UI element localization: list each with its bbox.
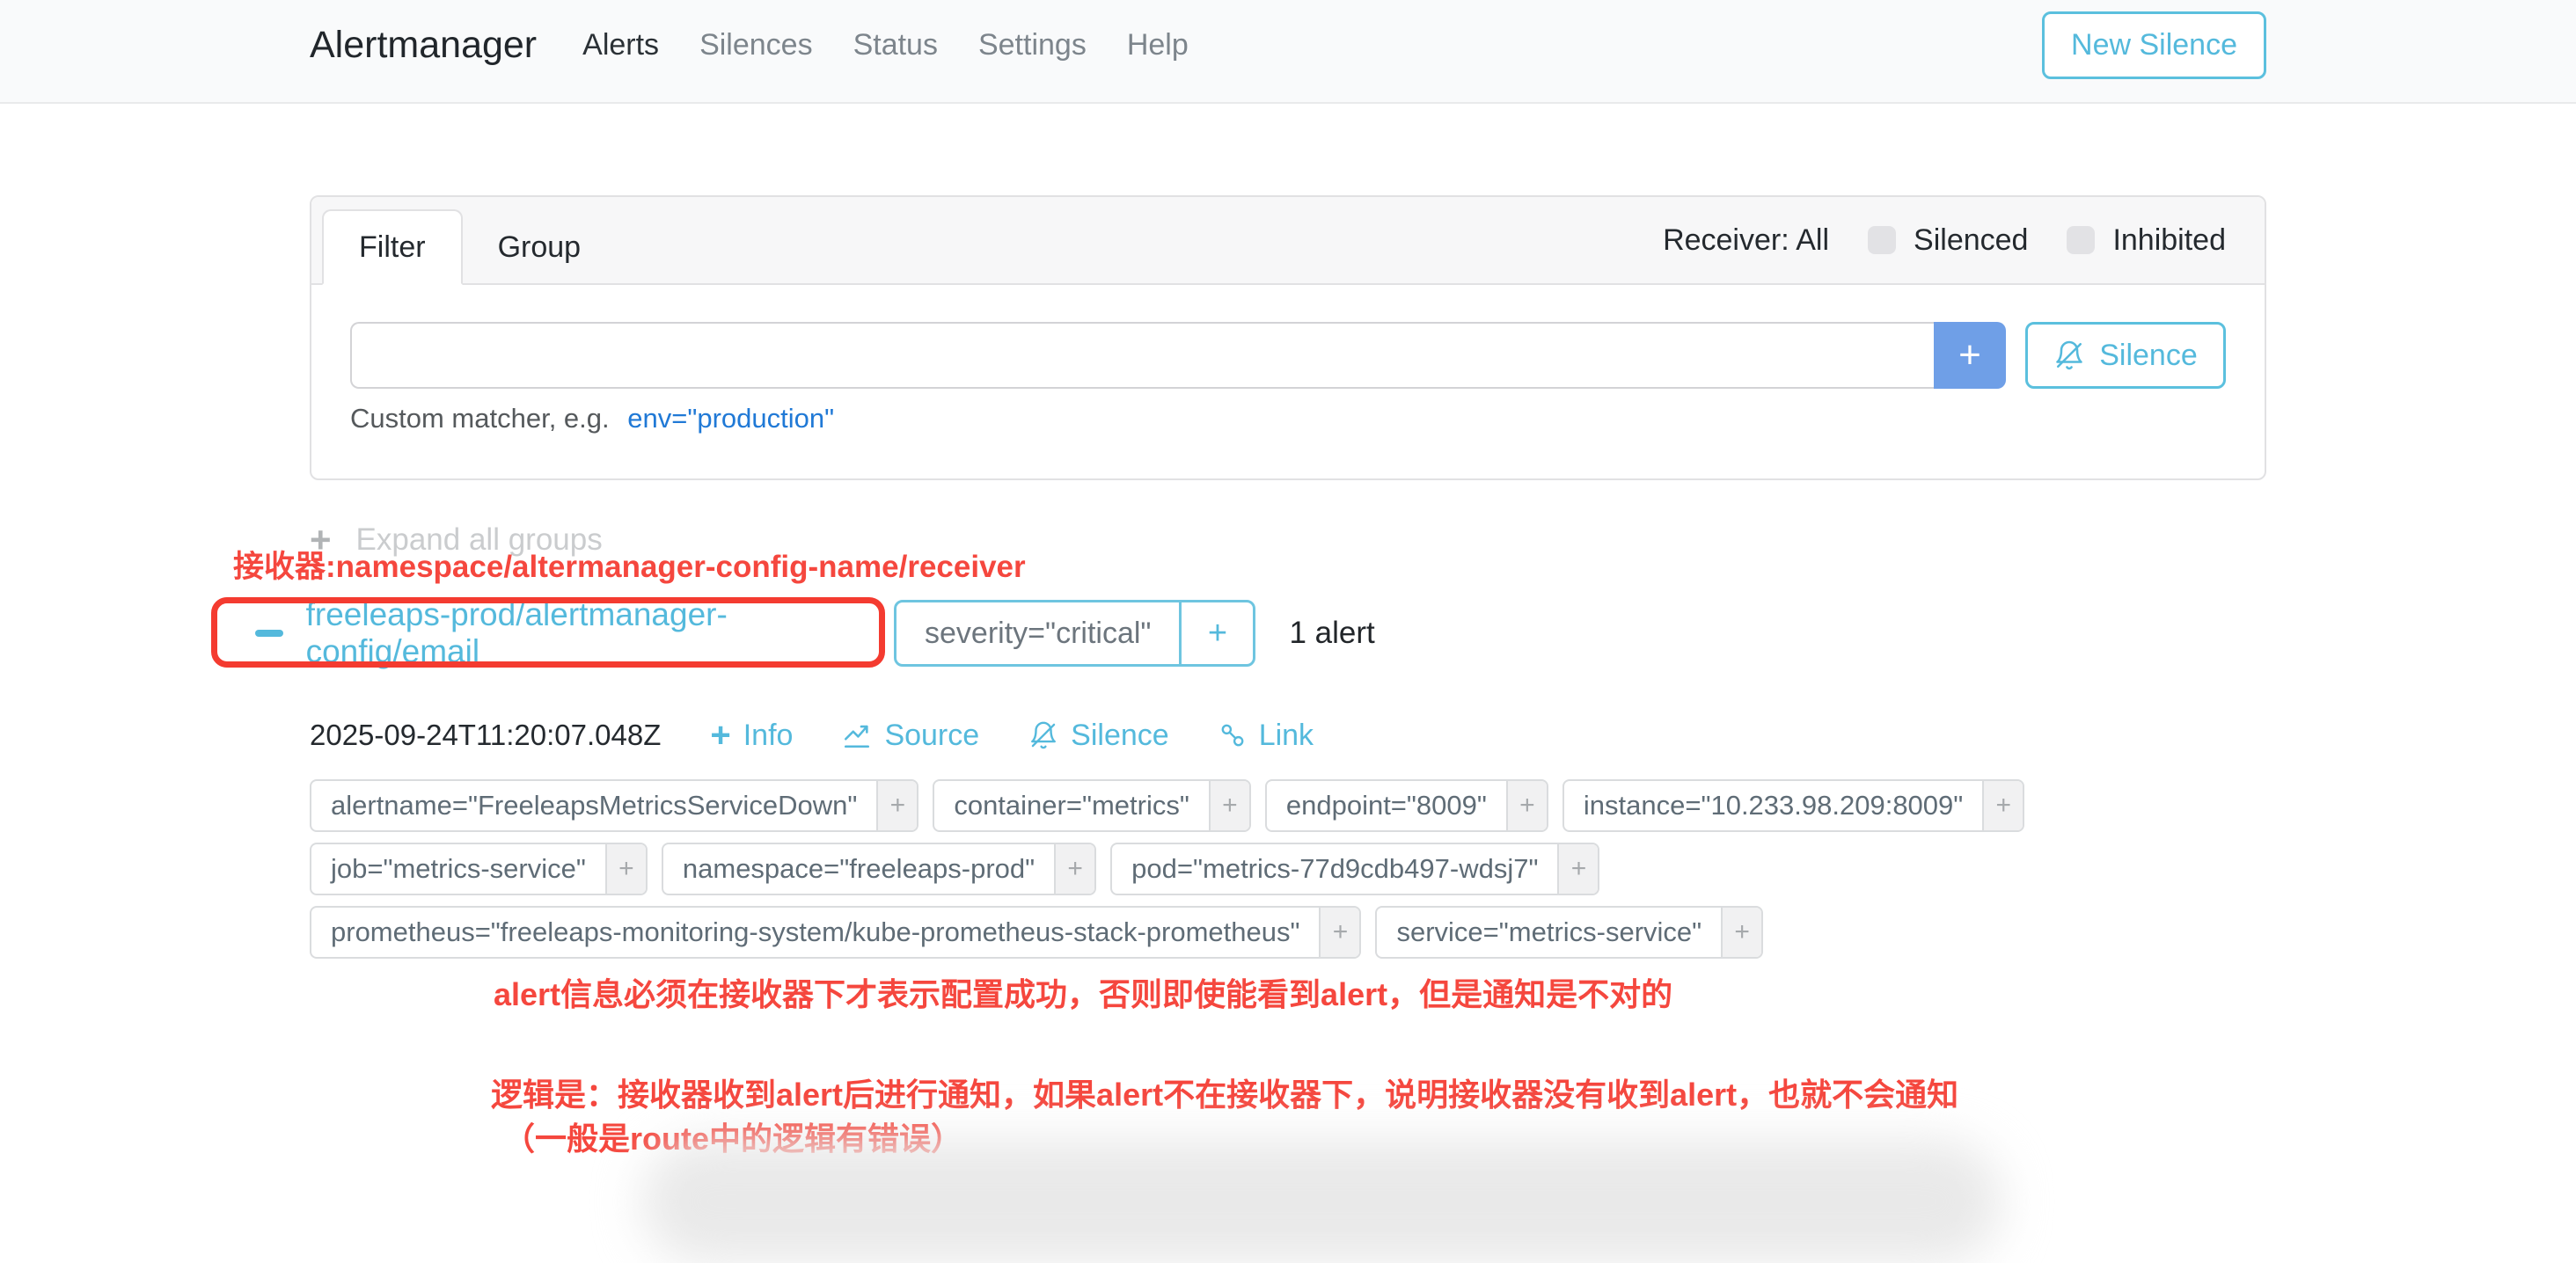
- label-tag: job="metrics-service" +: [310, 843, 648, 895]
- silence-link-label: Silence: [1071, 719, 1169, 753]
- filter-card-body: + Silence Custom matcher, e.g. env="prod…: [311, 285, 2265, 478]
- label-row: job="metrics-service" + namespace="freel…: [310, 843, 2266, 895]
- label-tag-value[interactable]: endpoint="8009": [1267, 781, 1506, 830]
- receiver-filter[interactable]: Receiver: All: [1663, 223, 1829, 258]
- new-silence-button[interactable]: New Silence: [2042, 11, 2266, 79]
- bell-slash-icon: [2053, 339, 2085, 371]
- receiver-group-toggle[interactable]: freeleaps-prod/alertmanager-config/email: [255, 596, 894, 670]
- label-tag-value[interactable]: instance="10.233.98.209:8009": [1564, 781, 1982, 830]
- chart-line-icon: [842, 720, 872, 750]
- label-tag: namespace="freeleaps-prod" +: [662, 843, 1096, 895]
- alert-info-link[interactable]: + Info: [710, 718, 793, 753]
- label-tag: instance="10.233.98.209:8009" +: [1562, 779, 2024, 832]
- hint-example-link[interactable]: env="production": [627, 403, 834, 434]
- nav-links: Alerts Silences Status Settings Help: [582, 28, 1189, 62]
- matcher-hint: Custom matcher, e.g. env="production": [350, 403, 2226, 434]
- alert-silence-link[interactable]: Silence: [1028, 719, 1169, 753]
- nav-item-settings[interactable]: Settings: [978, 28, 1087, 62]
- matcher-input-group: + Silence: [350, 322, 2226, 389]
- alert-meta-row: 2025-09-24T11:20:07.048Z + Info Source: [310, 714, 2266, 756]
- label-add-button[interactable]: +: [1054, 844, 1094, 894]
- silenced-checkbox[interactable]: [1868, 226, 1896, 254]
- silenced-label[interactable]: Silenced: [1914, 223, 2028, 258]
- label-tag-value[interactable]: prometheus="freeleaps-monitoring-system/…: [311, 908, 1319, 957]
- nav-item-help[interactable]: Help: [1127, 28, 1189, 62]
- group-matcher-label[interactable]: severity="critical": [896, 602, 1179, 664]
- label-add-button[interactable]: +: [1319, 908, 1359, 957]
- label-add-button[interactable]: +: [1506, 781, 1547, 830]
- label-tag-value[interactable]: service="metrics-service": [1377, 908, 1721, 957]
- label-tag-value[interactable]: job="metrics-service": [311, 844, 605, 894]
- silence-button-label: Silence: [2099, 339, 2198, 373]
- label-tag: prometheus="freeleaps-monitoring-system/…: [310, 906, 1361, 959]
- label-tag-value[interactable]: alertname="FreeleapsMetricsServiceDown": [311, 781, 876, 830]
- receiver-group-name: freeleaps-prod/alertmanager-config/email: [306, 596, 894, 670]
- collapse-minus-icon: [255, 630, 283, 637]
- filter-tabs: Filter Group: [322, 209, 616, 285]
- alert-group-row: freeleaps-prod/alertmanager-config/email…: [255, 600, 2266, 667]
- label-row: prometheus="freeleaps-monitoring-system/…: [310, 906, 2266, 959]
- label-add-button[interactable]: +: [876, 781, 917, 830]
- label-add-button[interactable]: +: [1557, 844, 1598, 894]
- filter-options: Receiver: All Silenced Inhibited: [1663, 197, 2226, 283]
- app-brand[interactable]: Alertmanager: [310, 24, 537, 67]
- bottom-shadow: [642, 1140, 2002, 1263]
- label-tag-value[interactable]: namespace="freeleaps-prod": [663, 844, 1054, 894]
- filter-card-header: Filter Group Receiver: All Silenced Inhi…: [311, 197, 2265, 285]
- annotation-logic-line1: 逻辑是：接收器收到alert后进行通知，如果alert不在接收器下，说明接收器没…: [491, 1073, 2266, 1117]
- silenced-checkbox-group: Silenced: [1868, 223, 2028, 258]
- alert-timestamp: 2025-09-24T11:20:07.048Z: [310, 719, 661, 752]
- label-add-button[interactable]: +: [1721, 908, 1761, 957]
- alert-source-link[interactable]: Source: [842, 719, 979, 753]
- nav-item-silences[interactable]: Silences: [699, 28, 813, 62]
- add-matcher-button[interactable]: +: [1934, 322, 2006, 389]
- inhibited-checkbox[interactable]: [2067, 226, 2095, 254]
- inhibited-label[interactable]: Inhibited: [2112, 223, 2226, 258]
- alert-count: 1 alert: [1289, 616, 1374, 651]
- filter-card: Filter Group Receiver: All Silenced Inhi…: [310, 195, 2266, 480]
- label-add-button[interactable]: +: [605, 844, 646, 894]
- inhibited-checkbox-group: Inhibited: [2067, 223, 2226, 258]
- info-link-label: Info: [743, 719, 794, 753]
- annotation-receiver-note: 接收器:namespace/altermanager-config-name/r…: [233, 542, 1026, 587]
- group-matcher-add-button[interactable]: +: [1179, 602, 1253, 664]
- link-icon: [1218, 721, 1247, 749]
- plus-icon: +: [710, 718, 730, 753]
- label-add-button[interactable]: +: [1209, 781, 1249, 830]
- navbar: Alertmanager Alerts Silences Status Sett…: [0, 0, 2576, 104]
- bell-slash-icon: [1028, 720, 1058, 750]
- nav-item-status[interactable]: Status: [853, 28, 938, 62]
- label-tag: alertname="FreeleapsMetricsServiceDown" …: [310, 779, 918, 832]
- nav-item-alerts[interactable]: Alerts: [582, 28, 659, 62]
- tab-group[interactable]: Group: [463, 209, 617, 285]
- silence-button[interactable]: Silence: [2025, 322, 2226, 389]
- tab-filter[interactable]: Filter: [322, 209, 463, 285]
- group-matcher-chip: severity="critical" +: [894, 600, 1255, 667]
- link-link-label: Link: [1259, 719, 1314, 753]
- hint-text: Custom matcher, e.g.: [350, 403, 610, 434]
- annotation-config-note: alert信息必须在接收器下才表示配置成功，否则即使能看到alert，但是通知是…: [494, 969, 2266, 1015]
- label-tag-value[interactable]: container="metrics": [934, 781, 1209, 830]
- label-add-button[interactable]: +: [1982, 781, 2023, 830]
- alert-labels: alertname="FreeleapsMetricsServiceDown" …: [310, 779, 2266, 959]
- main-content: Filter Group Receiver: All Silenced Inhi…: [310, 195, 2266, 1161]
- label-tag: pod="metrics-77d9cdb497-wdsj7" +: [1110, 843, 1599, 895]
- label-tag: container="metrics" +: [933, 779, 1251, 832]
- label-row: alertname="FreeleapsMetricsServiceDown" …: [310, 779, 2266, 832]
- source-link-label: Source: [884, 719, 979, 753]
- alert-external-link[interactable]: Link: [1218, 719, 1314, 753]
- matcher-input[interactable]: [350, 322, 1934, 389]
- label-tag-value[interactable]: pod="metrics-77d9cdb497-wdsj7": [1112, 844, 1557, 894]
- label-tag: endpoint="8009" +: [1265, 779, 1548, 832]
- label-tag: service="metrics-service" +: [1375, 906, 1763, 959]
